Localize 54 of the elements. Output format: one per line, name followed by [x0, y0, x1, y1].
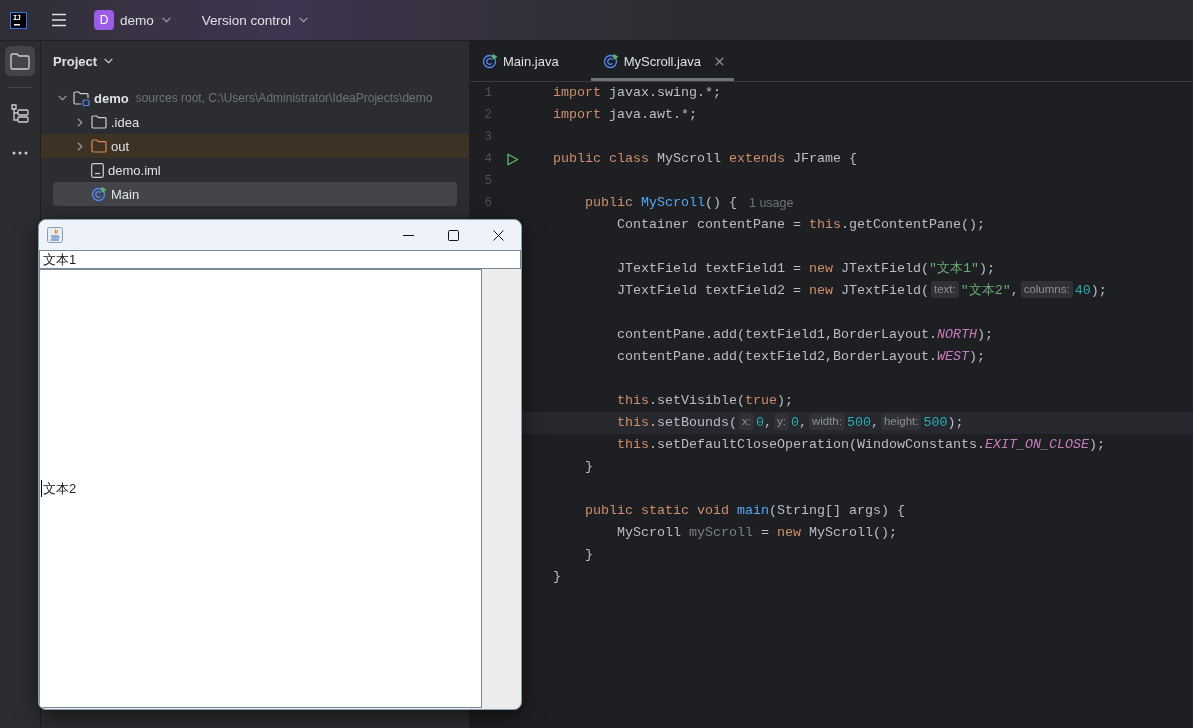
folder-icon — [91, 139, 107, 153]
project-avatar: D — [94, 10, 114, 30]
file-icon — [91, 162, 104, 178]
code-line: public class MyScroll extends JFrame { — [553, 150, 857, 168]
run-icon[interactable] — [506, 152, 519, 166]
text-field[interactable]: 文本1 — [39, 250, 521, 269]
code-line: JTextField textField2 = new JTextField( text: "文本2", columns: 40); — [616, 281, 1107, 300]
code-line: MyScroll myScroll = new MyScroll(); — [616, 524, 897, 542]
project-tool-button[interactable] — [5, 46, 35, 76]
module-folder-icon — [73, 90, 90, 106]
code-line: } — [584, 546, 593, 564]
chevron-right-icon[interactable] — [77, 117, 83, 127]
tree-item[interactable]: demo sources root, C:\Users\Administrator\IdeaProjects\demo — [53, 86, 457, 110]
code-line: public static void main(String[] args) { — [584, 502, 905, 520]
code-line: import javax.swing.*; — [553, 84, 721, 102]
code-line: contentPane.add(textField1,BorderLayout.NORTH); — [616, 326, 993, 344]
chevron-right-icon[interactable] — [77, 141, 83, 151]
code-line: contentPane.add(textField2,BorderLayout.WEST); — [616, 348, 985, 366]
tree-item[interactable]: .idea — [53, 110, 457, 134]
close-icon[interactable] — [493, 229, 504, 241]
close-icon[interactable] — [714, 56, 724, 66]
chevron-down-icon — [299, 17, 309, 23]
folder-icon — [91, 115, 107, 129]
more-icon — [12, 151, 28, 155]
vcs-menu-button[interactable]: Version control — [195, 8, 315, 32]
code-line: this.setDefaultCloseOperation(WindowConstants.EXIT_ON_CLOSE); — [616, 436, 1105, 454]
editor-tab[interactable]: Main.java — [470, 41, 591, 81]
editor-tab[interactable]: MyScroll.java — [590, 41, 734, 81]
chevron-down-icon — [161, 17, 171, 23]
folder-icon — [10, 52, 30, 70]
text-field[interactable]: 文本2 — [39, 269, 482, 708]
tree-item[interactable]: out — [41, 134, 469, 158]
class-icon — [482, 53, 498, 69]
code-line: JTextField textField1 = new JTextField("文本1"); — [616, 260, 995, 278]
tree-item[interactable]: Main — [53, 182, 457, 206]
code-line: import java.awt.*; — [553, 106, 697, 124]
code-line: this.setBounds( x: 0, y: 0, width: 500, height: 500); — [616, 413, 964, 432]
chevron-down-icon — [104, 58, 114, 64]
class-icon — [602, 53, 619, 69]
current-project-button[interactable]: D demo — [88, 6, 177, 34]
code-line: } — [584, 458, 593, 476]
code-line: public MyScroll() { — [584, 194, 737, 212]
usage-hint[interactable]: 1 usage — [749, 196, 794, 210]
code-line: } — [553, 568, 561, 586]
menu-icon[interactable] — [51, 13, 67, 27]
class-icon — [91, 186, 107, 202]
tree-item[interactable]: demo.iml — [53, 158, 457, 182]
java-cup-icon — [47, 227, 63, 243]
code-line: this.setVisible(true); — [616, 392, 793, 410]
structure-icon — [11, 103, 29, 123]
code-line: Container contentPane = this.getContentPane(); — [616, 216, 985, 234]
panel-title-dropdown[interactable]: Project — [53, 50, 114, 72]
chevron-down-icon[interactable] — [57, 95, 67, 101]
maximize-icon[interactable] — [448, 229, 459, 241]
